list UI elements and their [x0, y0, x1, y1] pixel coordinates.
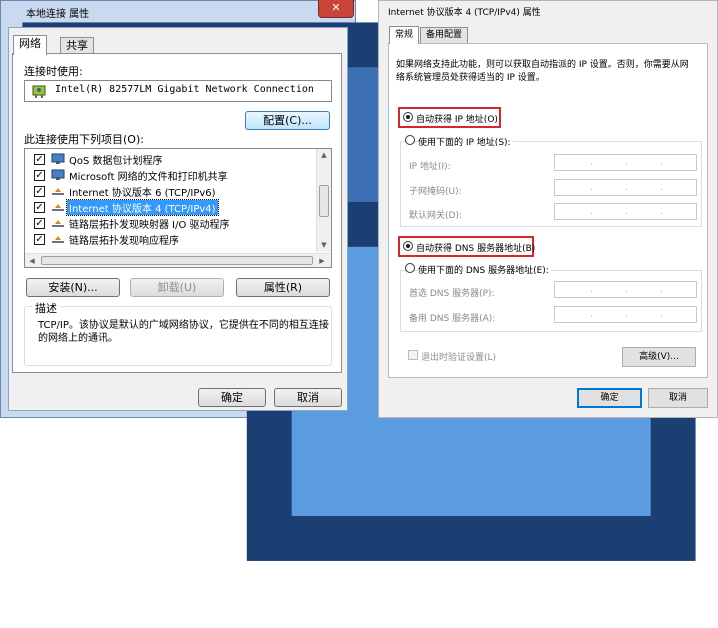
ok-button[interactable]: 确定: [198, 388, 266, 407]
list-item[interactable]: ✓ Internet 协议版本 6 (TCP/IPv6): [25, 183, 315, 199]
vertical-scrollbar[interactable]: ▲ ▼: [316, 149, 331, 252]
protocol-icon: [52, 204, 64, 211]
manual-ip-radio[interactable]: [405, 135, 415, 145]
scroll-right-icon[interactable]: ▶: [315, 255, 329, 267]
qos-icon: [51, 153, 65, 164]
description-title: 描述: [32, 300, 60, 316]
list-item-label: 链路层拓扑发现映射器 I/O 驱动程序: [69, 220, 230, 231]
auto-ip-radio[interactable]: [403, 112, 413, 122]
validate-checkbox[interactable]: [408, 350, 418, 360]
manual-ip-label: 使用下面的 IP 地址(S):: [418, 135, 513, 148]
preferred-dns-field[interactable]: ...: [554, 281, 697, 298]
horizontal-scrollbar[interactable]: ◀ ▶: [25, 253, 331, 267]
list-item[interactable]: ✓ Microsoft 网络的文件和打印机共享: [25, 167, 315, 183]
window-title: Internet 协议版本 4 (TCP/IPv4) 属性: [388, 8, 541, 18]
protocol-icon: [52, 220, 64, 227]
auto-dns-radio[interactable]: [403, 241, 413, 251]
checkbox[interactable]: ✓: [34, 234, 45, 245]
close-button[interactable]: ✕: [318, 0, 354, 18]
properties-button[interactable]: 属性(R): [236, 278, 330, 297]
share-icon: [51, 169, 65, 180]
auto-ip-label: 自动获得 IP 地址(O): [416, 115, 498, 125]
protocol-icon: [52, 188, 64, 195]
protocol-icon: [52, 236, 64, 243]
checkbox[interactable]: ✓: [34, 186, 45, 197]
gateway-field[interactable]: ...: [554, 203, 697, 220]
preferred-dns-label: 首选 DNS 服务器(P):: [409, 289, 495, 299]
manual-dns-label: 使用下面的 DNS 服务器地址(E):: [418, 263, 551, 276]
alternate-dns-label: 备用 DNS 服务器(A):: [409, 314, 496, 324]
scroll-left-icon[interactable]: ◀: [25, 255, 39, 267]
adapter-icon: [32, 85, 46, 98]
intro-text-line2: 络系统管理员处获得适当的 IP 设置。: [396, 73, 545, 83]
list-item-label: QoS 数据包计划程序: [69, 156, 163, 167]
description-text: TCP/IP。该协议是默认的广域网络协议，它提供在不同的相互连接的网络上的通讯。: [38, 320, 329, 344]
gateway-label: 默认网关(D):: [409, 211, 462, 221]
list-item-label: Internet 协议版本 6 (TCP/IPv6): [69, 188, 216, 199]
configure-button[interactable]: 配置(C)...: [245, 111, 330, 130]
list-item[interactable]: ✓ 链路层拓扑发现响应程序: [25, 231, 315, 247]
list-item[interactable]: ✓ QoS 数据包计划程序: [25, 151, 315, 167]
tab-alternate-config[interactable]: 备用配置: [420, 27, 469, 44]
list-item-label: Microsoft 网络的文件和打印机共享: [69, 172, 228, 183]
adapter-box: Intel(R) 82577LM Gigabit Network Connect…: [24, 80, 332, 102]
list-item-label: Internet 协议版本 4 (TCP/IPv4): [66, 199, 219, 216]
adapter-name: Intel(R) 82577LM Gigabit Network Connect…: [55, 84, 314, 95]
scroll-thumb[interactable]: [319, 185, 329, 217]
list-item[interactable]: ✓ 链路层拓扑发现映射器 I/O 驱动程序: [25, 215, 315, 231]
scroll-up-icon[interactable]: ▲: [317, 149, 331, 161]
list-item-label: 链路层拓扑发现响应程序: [69, 236, 179, 247]
scroll-down-icon[interactable]: ▼: [317, 239, 331, 251]
scroll-thumb[interactable]: [41, 256, 313, 265]
ip-address-field[interactable]: ...: [554, 154, 697, 171]
checkbox[interactable]: ✓: [34, 170, 45, 181]
list-item-selected[interactable]: ✓ Internet 协议版本 4 (TCP/IPv4): [25, 199, 315, 216]
window-title: 本地连接 属性: [26, 9, 90, 20]
checkbox[interactable]: ✓: [34, 218, 45, 229]
cancel-button[interactable]: 取消: [274, 388, 342, 407]
ip-address-label: IP 地址(I):: [409, 162, 451, 172]
advanced-button[interactable]: 高级(V)...: [622, 347, 696, 367]
install-button[interactable]: 安装(N)...: [26, 278, 120, 297]
validate-label: 退出时验证设置(L): [421, 353, 497, 363]
checkbox[interactable]: ✓: [34, 202, 45, 213]
manual-dns-radio[interactable]: [405, 263, 415, 273]
connect-using-label: 连接时使用:: [24, 65, 83, 78]
subnet-mask-label: 子网掩码(U):: [409, 187, 462, 197]
components-list: ✓ QoS 数据包计划程序 ✓ Microsoft 网络的文件和打印机共享 ✓ …: [24, 148, 332, 268]
uninstall-button[interactable]: 卸载(U): [130, 278, 224, 297]
auto-dns-label: 自动获得 DNS 服务器地址(B): [416, 244, 536, 254]
tab-network[interactable]: 网络: [13, 35, 47, 55]
intro-text-line1: 如果网络支持此功能，则可以获取自动指派的 IP 设置。否则，你需要从网: [396, 60, 689, 70]
alternate-dns-field[interactable]: ...: [554, 306, 697, 323]
subnet-mask-field[interactable]: ...: [554, 179, 697, 196]
ok-button[interactable]: 确定: [577, 388, 642, 408]
cancel-button[interactable]: 取消: [648, 388, 708, 408]
checkbox[interactable]: ✓: [34, 154, 45, 165]
tab-general[interactable]: 常规: [389, 26, 420, 44]
items-label: 此连接使用下列项目(O):: [24, 133, 144, 146]
